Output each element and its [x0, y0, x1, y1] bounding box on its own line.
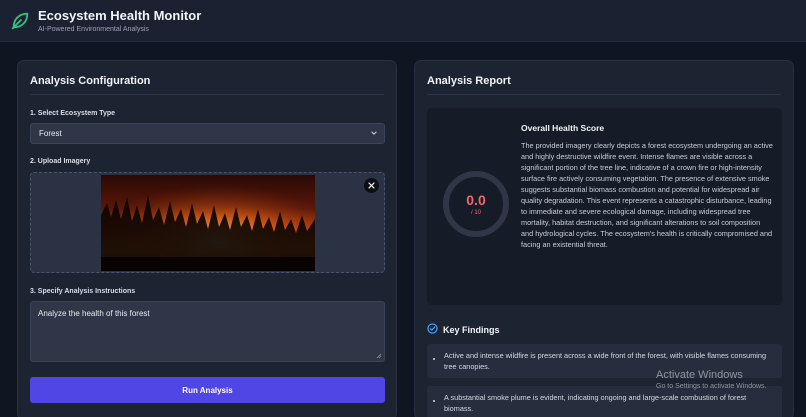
- report-divider: [427, 94, 781, 95]
- leaf-icon: [11, 12, 29, 30]
- health-score-description: The provided imagery clearly depicts a f…: [521, 141, 773, 249]
- analysis-configuration-panel: Analysis Configuration 1. Select Ecosyst…: [17, 60, 397, 417]
- forest-fire-image: [101, 175, 315, 271]
- resize-grip-icon[interactable]: [376, 353, 382, 359]
- instructions-text: Analyze the health of this forest: [38, 309, 150, 318]
- ecosystem-type-label: 1. Select Ecosystem Type: [30, 110, 116, 117]
- upload-imagery-label: 2. Upload Imagery: [30, 158, 91, 165]
- health-score-value: 0.0: [466, 192, 486, 208]
- app-title: Ecosystem Health Monitor: [38, 8, 202, 23]
- activate-windows-subtitle: Go to Settings to activate Windows.: [656, 383, 767, 390]
- check-circle-icon: [427, 323, 438, 334]
- remove-image-button[interactable]: [364, 178, 379, 193]
- health-score-card: 0.0 / 10 Overall Health Score The provid…: [427, 108, 782, 305]
- activate-windows-title: Activate Windows: [656, 369, 743, 381]
- health-score-max: / 10: [470, 210, 481, 216]
- analysis-report-panel: Analysis Report 0.0 / 10 Overall Health …: [414, 60, 794, 417]
- health-score-title: Overall Health Score: [521, 123, 605, 133]
- config-divider: [30, 94, 384, 95]
- analysis-instructions-textarea[interactable]: Analyze the health of this forest: [30, 301, 385, 362]
- app-header: Ecosystem Health Monitor AI-Powered Envi…: [0, 0, 806, 42]
- key-findings-title: Key Findings: [443, 325, 500, 335]
- list-item: A substantial smoke plume is evident, in…: [427, 386, 782, 417]
- bullet-icon: [433, 358, 435, 360]
- ecosystem-type-value: Forest: [39, 129, 62, 138]
- app-subtitle: AI-Powered Environmental Analysis: [38, 26, 149, 33]
- bullet-icon: [433, 400, 435, 402]
- chevron-down-icon: [371, 131, 377, 135]
- report-panel-title: Analysis Report: [427, 75, 511, 87]
- run-analysis-button[interactable]: Run Analysis: [30, 377, 385, 403]
- imagery-upload-dropzone[interactable]: [30, 172, 385, 273]
- finding-text: A substantial smoke plume is evident, in…: [444, 393, 747, 413]
- ecosystem-type-select[interactable]: Forest: [30, 123, 385, 144]
- instructions-label: 3. Specify Analysis Instructions: [30, 288, 136, 295]
- config-panel-title: Analysis Configuration: [30, 75, 151, 87]
- close-icon: [368, 182, 375, 189]
